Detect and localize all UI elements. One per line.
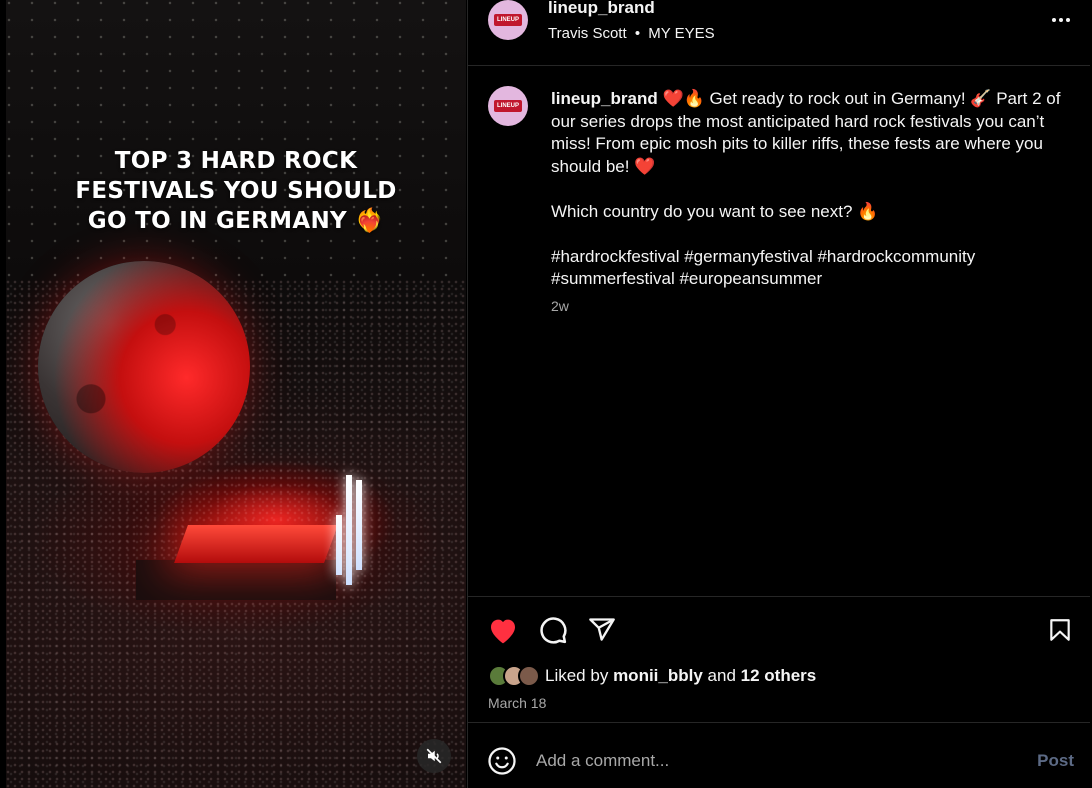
like-button[interactable] <box>486 613 520 647</box>
overlay-line: TOP 3 HARD ROCK <box>114 148 358 174</box>
likes-summary[interactable]: Liked by monii_bbly and 12 others <box>488 665 816 687</box>
heart-emoji: ❤️ <box>662 89 684 108</box>
likes-others[interactable]: 12 others <box>741 666 817 685</box>
heart-emoji: ❤️ <box>634 156 656 176</box>
emoji-icon <box>488 747 516 775</box>
dot <box>1059 18 1063 22</box>
arena-lights <box>6 0 466 280</box>
dot <box>1066 18 1070 22</box>
light-beam <box>336 515 342 575</box>
comment-icon <box>540 617 567 644</box>
overlay-title: TOP 3 HARD ROCK FESTIVALS YOU SHOULD GO … <box>6 146 466 236</box>
post-comment-button[interactable]: Post <box>1037 751 1074 771</box>
audio-separator: • <box>634 25 641 42</box>
emoji-picker-button[interactable] <box>486 745 518 777</box>
share-icon <box>589 618 615 641</box>
light-beam <box>356 480 362 570</box>
brand-logo: LINEUP <box>494 100 522 112</box>
audio-artist: Travis Scott <box>548 25 627 42</box>
caption-body-1: Get ready to rock out in Germany! <box>704 89 971 108</box>
heart-filled-icon <box>491 619 515 644</box>
light-beam <box>346 475 352 585</box>
stage-base <box>136 560 336 600</box>
dot <box>1052 18 1056 22</box>
likes-text: Liked by monii_bbly and 12 others <box>545 666 816 686</box>
share-button[interactable] <box>585 613 619 647</box>
audio-track: MY EYES <box>648 25 715 42</box>
liker-avatars <box>488 665 540 687</box>
comment-input[interactable] <box>536 747 996 775</box>
overlay-line: GO TO IN GERMANY ❤️‍🔥 <box>87 208 385 234</box>
comment-button[interactable] <box>536 613 570 647</box>
speaker-muted-icon <box>426 748 442 764</box>
audio-attribution[interactable]: Travis Scott • MY EYES <box>548 25 715 42</box>
action-bar: Liked by monii_bbly and 12 others March … <box>468 596 1090 722</box>
caption-area: LINEUP lineup_brand ❤️🔥 Get ready to roc… <box>468 66 1090 596</box>
caption-username[interactable]: lineup_brand <box>551 89 658 108</box>
mute-toggle-button[interactable] <box>417 739 451 773</box>
more-options-icon[interactable] <box>1050 12 1072 28</box>
header-username[interactable]: lineup_brand <box>548 0 655 18</box>
caption-question: Which country do you want to see next? <box>551 201 858 221</box>
moon-prop <box>38 261 250 473</box>
post-date[interactable]: March 18 <box>488 695 546 711</box>
likes-and: and <box>707 666 736 685</box>
post-media[interactable]: TOP 3 HARD ROCK FESTIVALS YOU SHOULD GO … <box>6 0 466 788</box>
liker-avatar <box>518 665 540 687</box>
avatar[interactable]: LINEUP <box>488 0 528 40</box>
fire-emoji: 🔥 <box>857 201 879 221</box>
post-details-pane: LINEUP lineup_brand Travis Scott • MY EY… <box>467 0 1092 788</box>
caption-hashtags[interactable]: #hardrockfestival #germanyfestival #hard… <box>551 247 980 289</box>
post-header: LINEUP lineup_brand Travis Scott • MY EY… <box>468 0 1090 66</box>
comment-bar: Post <box>468 722 1090 788</box>
caption-text: lineup_brand ❤️🔥 Get ready to rock out i… <box>551 88 1061 291</box>
save-button[interactable] <box>1043 613 1077 647</box>
brand-logo: LINEUP <box>494 14 522 26</box>
bookmark-icon <box>1050 619 1070 641</box>
first-liker[interactable]: monii_bbly <box>613 666 703 685</box>
fire-emoji: 🔥 <box>683 89 705 108</box>
likes-prefix: Liked by <box>545 666 609 685</box>
caption-avatar[interactable]: LINEUP <box>488 86 528 126</box>
guitar-emoji: 🎸 <box>970 89 992 108</box>
overlay-line: FESTIVALS YOU SHOULD <box>75 178 397 204</box>
caption-time-ago[interactable]: 2w <box>551 298 569 314</box>
red-stage <box>174 525 338 563</box>
